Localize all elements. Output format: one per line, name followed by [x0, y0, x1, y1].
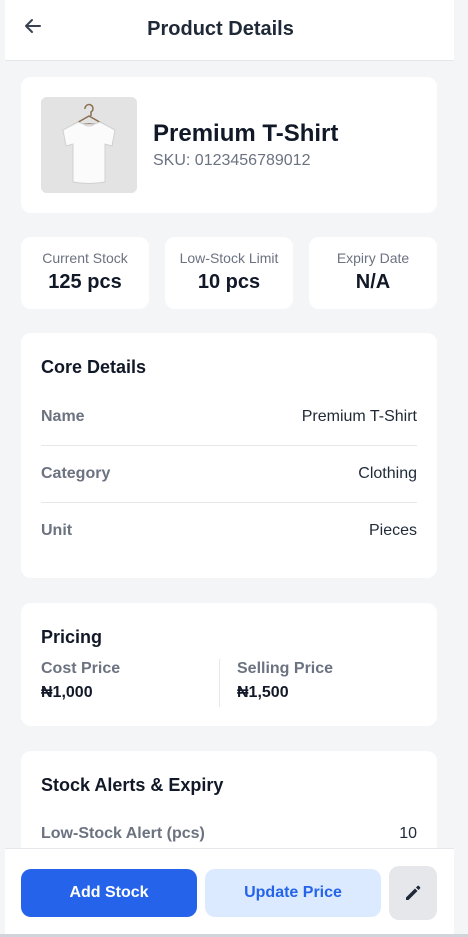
stat-low-stock-limit: Low-Stock Limit 10 pcs: [165, 237, 293, 309]
cost-price-value: ₦1,000: [41, 684, 93, 701]
selling-price-label: Selling Price: [237, 660, 334, 677]
detail-value: 10: [399, 824, 417, 842]
detail-value: Pieces: [368, 521, 417, 539]
stat-value: N/A: [355, 271, 391, 293]
page-title: Product Details: [147, 18, 294, 40]
stat-value: 125 pcs: [48, 271, 122, 293]
tshirt-image: [41, 97, 137, 193]
cost-price: Cost Price ₦1,000: [41, 660, 120, 702]
pricing-card: Pricing Cost Price ₦1,000 Selling Price …: [21, 603, 437, 726]
stat-expiry-date: Expiry Date N/A: [309, 237, 437, 309]
stat-value: 10 pcs: [197, 271, 261, 293]
detail-key: Category: [41, 464, 111, 482]
detail-value: Premium T-Shirt: [301, 407, 417, 425]
detail-key: Low-Stock Alert (pcs): [41, 824, 205, 842]
update-price-button[interactable]: Update Price: [205, 869, 381, 917]
action-bar: Add Stock Update Price: [5, 848, 454, 937]
section-title: Pricing: [41, 627, 103, 647]
product-image: [41, 97, 137, 193]
stat-label: Current Stock: [42, 250, 128, 266]
stats-row: Current Stock 125 pcs Low-Stock Limit 10…: [21, 237, 437, 309]
stat-label: Low-Stock Limit: [179, 250, 279, 266]
app-header: Product Details: [5, 0, 454, 61]
detail-value: Clothing: [358, 464, 417, 482]
app-screen: Product Details Premium T-Shirt SKU: 012…: [0, 0, 454, 937]
section-title: Stock Alerts & Expiry: [41, 775, 224, 795]
edit-button[interactable]: [389, 866, 437, 920]
detail-key: Unit: [41, 521, 73, 539]
product-summary-card: Premium T-Shirt SKU: 0123456789012: [21, 77, 437, 213]
divider: [219, 659, 220, 707]
section-title: Core Details: [41, 357, 147, 377]
stat-current-stock: Current Stock 125 pcs: [21, 237, 149, 309]
selling-price-value: ₦1,500: [237, 684, 289, 701]
selling-price: Selling Price ₦1,500: [237, 660, 333, 702]
detail-row-unit: Unit Pieces: [41, 502, 417, 559]
add-stock-button[interactable]: Add Stock: [21, 869, 197, 917]
detail-row-name: Name Premium T-Shirt: [41, 388, 417, 445]
detail-key: Name: [41, 407, 85, 425]
product-sku: SKU: 0123456789012: [153, 152, 311, 169]
stat-label: Expiry Date: [336, 250, 410, 266]
core-details-card: Core Details Name Premium T-Shirt Catego…: [21, 333, 437, 578]
product-name: Premium T-Shirt: [153, 120, 339, 147]
detail-row-category: Category Clothing: [41, 445, 417, 502]
pencil-icon: [406, 885, 421, 900]
cost-price-label: Cost Price: [41, 660, 121, 677]
